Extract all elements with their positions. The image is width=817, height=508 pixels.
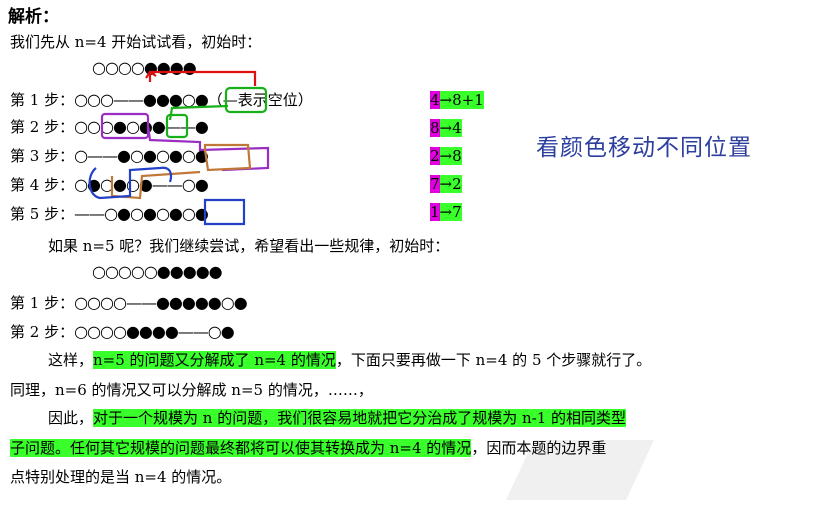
step-label: 第 3 步： [10, 147, 75, 165]
step4-4: 第 4 步：○●○●○●——○● [10, 175, 209, 195]
move-tag-5: 1→7 [430, 203, 462, 221]
move-tag-4: 7→2 [430, 175, 462, 193]
step5-2: 第 2 步：○○○○●●●●——○● [10, 322, 235, 342]
paragraph-2: 同理，n=6 的情况又可以分解成 n=5 的情况，……， [10, 381, 373, 399]
n5-initial-balls: ○○○○○●●●●● [92, 262, 223, 281]
highlight: n=5 的问题又分解成了 n=4 的情况 [93, 351, 336, 369]
step-balls: ○○○●○●●——● [74, 117, 209, 136]
intro-text: 我们先从 n=4 开始试试看，初始时： [10, 33, 262, 51]
move-tag-3: 2→8 [430, 147, 462, 165]
step-label: 第 1 步： [10, 294, 75, 312]
step-label: 第 2 步： [10, 118, 75, 136]
step-label: 第 5 步： [10, 205, 75, 223]
move-tag-2: 8→4 [430, 119, 462, 137]
step4-5: 第 5 步：——○●○●○●○● [10, 204, 209, 224]
step4-2: 第 2 步：○○○●○●●——● [10, 117, 209, 137]
step-balls: ○○○○——●●●●●○● [74, 293, 248, 312]
highlight: 对于一个规模为 n 的问题，我们很容易地就把它分治成了规模为 n-1 的相同类型 [93, 409, 627, 427]
step-label: 第 2 步： [10, 323, 75, 341]
step4-3: 第 3 步：○——●○●○●○● [10, 146, 209, 166]
highlight: 子问题。任何其它规模的问题最终都将可以使其转换成为 n=4 的情况 [10, 439, 472, 457]
step-balls: ○○○——●●●○● [74, 90, 209, 109]
paragraph-3-line1: 因此，对于一个规模为 n 的问题，我们很容易地就把它分治成了规模为 n-1 的相… [48, 409, 627, 427]
n5-question: 如果 n=5 呢？我们继续尝试，希望看出一些规律，初始时： [48, 237, 450, 255]
step-label: 第 1 步： [10, 91, 75, 109]
handwritten-note: 看颜色移动不同位置 [536, 135, 752, 161]
step-balls: ○○○○●●●●——○● [74, 322, 235, 341]
n4-initial-balls: ○○○○●●●● [92, 58, 197, 77]
step-balls: ——○●○●○●○● [74, 204, 209, 223]
step-label: 第 4 步： [10, 176, 75, 194]
paragraph-3-line2: 子问题。任何其它规模的问题最终都将可以使其转换成为 n=4 的情况，因而本题的边… [10, 439, 607, 457]
step-balls: ○——●○●○●○● [74, 146, 209, 165]
page-title: 解析： [8, 7, 59, 27]
step-balls: ○●○●○●——○● [74, 175, 209, 194]
orange-box [203, 143, 252, 172]
move-tag-1: 4→8+1 [430, 91, 484, 109]
paragraph-3-line3: 点特别处理的是当 n=4 的情况。 [10, 468, 232, 486]
step4-1: 第 1 步：○○○——●●●○●（—表示空位） [10, 90, 313, 110]
paragraph-1: 这样，n=5 的问题又分解成了 n=4 的情况，下面只要再做一下 n=4 的 5… [48, 351, 652, 369]
step5-1: 第 1 步：○○○○——●●●●●○● [10, 293, 248, 313]
step-note: （—表示空位） [207, 91, 313, 109]
